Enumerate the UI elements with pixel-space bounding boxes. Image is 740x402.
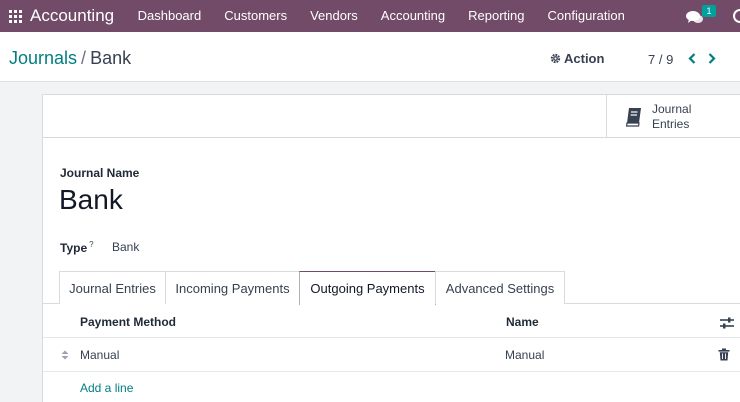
menu-configuration[interactable]: Configuration xyxy=(536,0,636,32)
type-label-text: Type xyxy=(60,241,88,255)
breadcrumb-separator: / xyxy=(81,48,87,68)
menu-accounting[interactable]: Accounting xyxy=(369,0,456,32)
notebook-tabs: Journal Entries Incoming Payments Outgoi… xyxy=(43,271,740,305)
tab-incoming-payments[interactable]: Incoming Payments xyxy=(165,271,300,304)
journal-entries-smart-button[interactable]: Journal Entries xyxy=(606,95,740,138)
user-avatar[interactable] xyxy=(732,8,740,24)
menu-reporting[interactable]: Reporting xyxy=(457,0,536,32)
menu-customers[interactable]: Customers xyxy=(213,0,299,32)
drag-handle-icon[interactable] xyxy=(60,349,70,361)
apps-menu-icon[interactable] xyxy=(2,0,28,32)
tab-journal-entries[interactable]: Journal Entries xyxy=(59,271,166,304)
control-panel: Journals / Bank Action 7 / 9 xyxy=(0,32,740,82)
trash-icon xyxy=(718,348,730,361)
type-field[interactable]: Bank xyxy=(112,240,139,254)
pager-previous-button[interactable] xyxy=(683,49,701,67)
journal-name-field[interactable]: Bank xyxy=(59,184,123,216)
row-divider xyxy=(43,371,740,372)
pager-value[interactable]: 7 / 9 xyxy=(648,52,673,67)
top-navbar: Accounting Dashboard Customers Vendors A… xyxy=(0,0,740,32)
app-name[interactable]: Accounting xyxy=(30,6,114,26)
action-button[interactable]: Action xyxy=(550,51,604,66)
sliders-icon xyxy=(720,317,734,329)
form-sheet: Journal Entries Journal Name Bank Type? … xyxy=(42,94,740,402)
optional-columns-toggle[interactable] xyxy=(720,317,734,329)
button-box: Journal Entries xyxy=(43,95,740,138)
chat-badge: 1 xyxy=(702,5,716,17)
menu-dashboard[interactable]: Dashboard xyxy=(126,0,213,32)
row-name[interactable]: Manual xyxy=(505,348,544,362)
gear-icon xyxy=(550,53,561,64)
delete-row-button[interactable] xyxy=(718,348,730,361)
stat-line-2: Entries xyxy=(652,116,690,131)
column-header-payment-method[interactable]: Payment Method xyxy=(80,315,176,329)
breadcrumb: Journals / Bank xyxy=(9,48,131,69)
chat-button[interactable]: 1 xyxy=(686,5,716,27)
action-label: Action xyxy=(564,51,605,66)
header-divider xyxy=(43,337,740,338)
book-icon xyxy=(625,107,641,127)
stat-line-1: Journal xyxy=(652,101,692,116)
journal-entries-smart-label: Journal Entries xyxy=(652,102,691,132)
menu-vendors[interactable]: Vendors xyxy=(299,0,370,32)
tab-advanced-settings[interactable]: Advanced Settings xyxy=(435,271,565,304)
tab-outgoing-payments[interactable]: Outgoing Payments xyxy=(299,271,436,305)
type-label: Type? xyxy=(60,240,94,255)
breadcrumb-journals[interactable]: Journals xyxy=(9,48,77,68)
chevron-left-icon xyxy=(688,52,696,64)
chevron-right-icon xyxy=(708,52,716,64)
add-line-link[interactable]: Add a line xyxy=(80,381,133,395)
breadcrumb-current: Bank xyxy=(90,48,132,68)
help-tooltip-icon[interactable]: ? xyxy=(89,240,93,249)
pager-next-button[interactable] xyxy=(703,49,721,67)
column-header-name[interactable]: Name xyxy=(506,315,539,329)
journal-name-label: Journal Name xyxy=(60,166,140,180)
row-payment-method[interactable]: Manual xyxy=(80,348,119,362)
